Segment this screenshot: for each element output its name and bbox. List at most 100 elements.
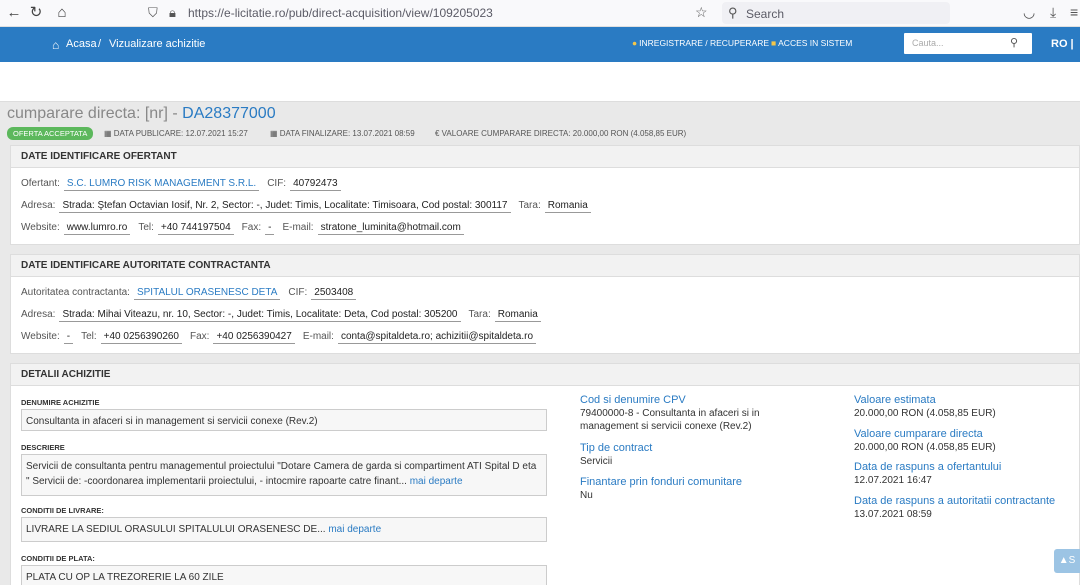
detalii-heading: DETALII ACHIZITIE: [11, 364, 1079, 386]
livrare-more-link[interactable]: mai departe: [328, 524, 381, 535]
breadcrumb-current: Vizualizare achizitie: [109, 38, 206, 50]
ofertant-response-value: 12.07.2021 16:47: [854, 475, 932, 486]
cif-value: 40792473: [290, 178, 341, 191]
autoritate-address-row: Adresa: Strada: Mihai Viteazu, nr. 10, Se…: [21, 309, 549, 322]
procurement-code: DA28377000: [182, 105, 276, 122]
estimated-value-title: Valoare estimata: [854, 394, 936, 406]
url-text[interactable]: https://e-licitatie.ro/pub/direct-acquis…: [188, 6, 493, 20]
home-icon[interactable]: ⌂: [53, 4, 71, 22]
pocket-icon[interactable]: ◡: [1023, 4, 1035, 21]
adresa-value: Strada: Mihai Viteazu, nr. 10, Sector: -…: [59, 309, 461, 322]
descriere-more-link[interactable]: mai departe: [410, 476, 463, 487]
back-arrow-icon[interactable]: ←: [5, 4, 23, 22]
autoritate-link[interactable]: SPITALUL ORASENESC DETA: [133, 287, 281, 300]
autoritate-label: Autoritatea contractanta:: [21, 287, 130, 298]
ofertant-address-row: Adresa: Strada: Ştefan Octavian Iosif, Nr…: [21, 200, 599, 213]
email-label: E-mail:: [302, 331, 334, 342]
language-selector[interactable]: RO |: [1051, 38, 1074, 50]
email-value: conta@spitaldeta.ro; achizitii@spitaldet…: [337, 331, 537, 344]
livrare-text: LIVRARE LA SEDIUL ORASULUI SPITALULUI OR…: [26, 524, 326, 535]
ofertant-panel: DATE IDENTIFICARE OFERTANT Ofertant: S.C.…: [10, 145, 1080, 245]
site-search-placeholder: Cauta...: [912, 38, 944, 48]
publish-date: ▦ DATA PUBLICARE: 12.07.2021 15:27: [104, 129, 248, 138]
reload-icon[interactable]: ↻: [27, 4, 45, 22]
address-bar[interactable]: ⛉ 🔒︎ https://e-licitatie.ro/pub/direct-a…: [140, 2, 720, 24]
search-icon[interactable]: ⚲: [1010, 36, 1018, 49]
denumire-label: DENUMIRE ACHIZITIE: [21, 398, 100, 407]
scroll-top-label: S: [1068, 555, 1076, 566]
plata-label: CONDITII DE PLATA:: [21, 554, 95, 563]
fax-label: Fax:: [241, 222, 262, 233]
tara-value: Romania: [494, 309, 541, 322]
autoritate-heading: DATE IDENTIFICARE AUTORITATE CONTRACTANT…: [11, 255, 1079, 277]
purchase-value: € VALOARE CUMPARARE DIRECTA: 20.000,00 R…: [435, 129, 687, 138]
cif-label: CIF:: [267, 178, 287, 189]
bookmark-star-icon[interactable]: ☆: [695, 4, 708, 21]
scroll-to-top-button[interactable]: ▲S: [1054, 549, 1080, 573]
email-value: stratone_luminita@hotmail.com: [317, 222, 464, 235]
site-search-input[interactable]: Cauta... ⚲: [904, 33, 1032, 54]
direct-purchase-value-title: Valoare cumparare directa: [854, 428, 983, 440]
tel-value: +40 744197504: [157, 222, 234, 235]
cpv-title: Cod si denumire CPV: [580, 394, 686, 406]
livrare-label: CONDITII DE LIVRARE:: [21, 506, 104, 515]
arrow-up-icon: ▲: [1058, 555, 1069, 566]
lock-icon[interactable]: 🔒︎: [169, 5, 176, 21]
cpv-value: 79400000-8 - Consultanta in afaceri si i…: [580, 408, 760, 432]
adresa-label: Adresa:: [21, 200, 56, 211]
ofertant-heading: DATE IDENTIFICARE OFERTANT: [11, 146, 1079, 168]
login-link[interactable]: ■ ACCES IN SISTEM: [771, 38, 852, 48]
tel-value: +40 0256390260: [100, 331, 182, 344]
sub-header-strip: [0, 62, 1080, 102]
breadcrumb-separator: /: [98, 38, 102, 50]
plata-field: PLATA CU OP LA TREZORERIE LA 60 ZILE: [21, 565, 547, 585]
website-value: www.lumro.ro: [63, 222, 131, 235]
search-icon: ⚲: [728, 5, 738, 20]
fonduri-value: Nu: [580, 490, 593, 501]
autoritate-row: Autoritatea contractanta: SPITALUL ORASEN…: [21, 287, 364, 300]
shield-icon[interactable]: ⛉: [148, 5, 158, 21]
cif-value: 2503408: [311, 287, 357, 300]
browser-toolbar: ← ↻ ⌂ ⛉ 🔒︎ https://e-licitatie.ro/pub/di…: [0, 0, 1080, 27]
ofertant-response-title: Data de raspuns a ofertantului: [854, 461, 1002, 473]
ofertant-label: Ofertant:: [21, 178, 60, 189]
register-link[interactable]: ● INREGISTRARE / RECUPERARE: [632, 38, 769, 48]
estimated-value: 20.000,00 RON (4.058,85 EUR): [854, 408, 996, 419]
site-header: ⌂ Acasa / Vizualizare achizitie ● INREGIS…: [0, 27, 1080, 62]
fax-label: Fax:: [190, 331, 210, 342]
website-label: Website:: [21, 331, 60, 342]
descriere-field: Servicii de consultanta pentru managemen…: [21, 454, 547, 496]
home-icon[interactable]: ⌂: [52, 38, 59, 52]
menu-icon[interactable]: ≡: [1070, 4, 1078, 20]
browser-search-box[interactable]: ⚲ Search: [722, 2, 950, 24]
detalii-panel: DETALII ACHIZITIE DENUMIRE ACHIZITIE Con…: [10, 363, 1080, 585]
tara-value: Romania: [544, 200, 591, 213]
fonduri-title: Finantare prin fonduri comunitare: [580, 476, 743, 488]
title-prefix: cumparare directa: [nr] -: [7, 105, 183, 122]
autoritate-contact-row: Website: - Tel: +40 0256390260 Fax: +40 02563…: [21, 331, 544, 344]
website-label: Website:: [21, 222, 60, 233]
tara-label: Tara:: [518, 200, 541, 211]
contract-type-title: Tip de contract: [580, 442, 653, 454]
authority-response-title: Data de raspuns a autoritatii contractan…: [854, 495, 1056, 507]
authority-response-value: 13.07.2021 08:59: [854, 509, 932, 520]
ofertant-row: Ofertant: S.C. LUMRO RISK MANAGEMENT S.R.…: [21, 178, 349, 191]
lock-icon: ■: [771, 38, 777, 48]
ofertant-contact-row: Website: www.lumro.ro Tel: +40 744197504 Fax…: [21, 222, 472, 235]
fax-value: -: [265, 222, 275, 235]
breadcrumb-home[interactable]: Acasa: [66, 38, 97, 50]
finalize-date: ▦ DATA FINALIZARE: 13.07.2021 08:59: [270, 129, 415, 138]
user-icon: ●: [632, 38, 638, 48]
page-title: cumparare directa: [nr] - DA28377000: [7, 105, 276, 123]
tel-label: Tel:: [138, 222, 154, 233]
direct-purchase-value: 20.000,00 RON (4.058,85 EUR): [854, 442, 996, 453]
adresa-value: Strada: Ştefan Octavian Iosif, Nr. 2, Se…: [59, 200, 511, 213]
fax-value: +40 0256390427: [213, 331, 295, 344]
download-icon[interactable]: ⤓: [1050, 4, 1056, 21]
denumire-field: Consultanta in afaceri si in management …: [21, 409, 547, 431]
ofertant-link[interactable]: S.C. LUMRO RISK MANAGEMENT S.R.L.: [63, 178, 260, 191]
cif-label: CIF:: [288, 287, 308, 298]
descriere-label: DESCRIERE: [21, 443, 65, 452]
adresa-label: Adresa:: [21, 309, 56, 320]
autoritate-panel: DATE IDENTIFICARE AUTORITATE CONTRACTANT…: [10, 254, 1080, 354]
